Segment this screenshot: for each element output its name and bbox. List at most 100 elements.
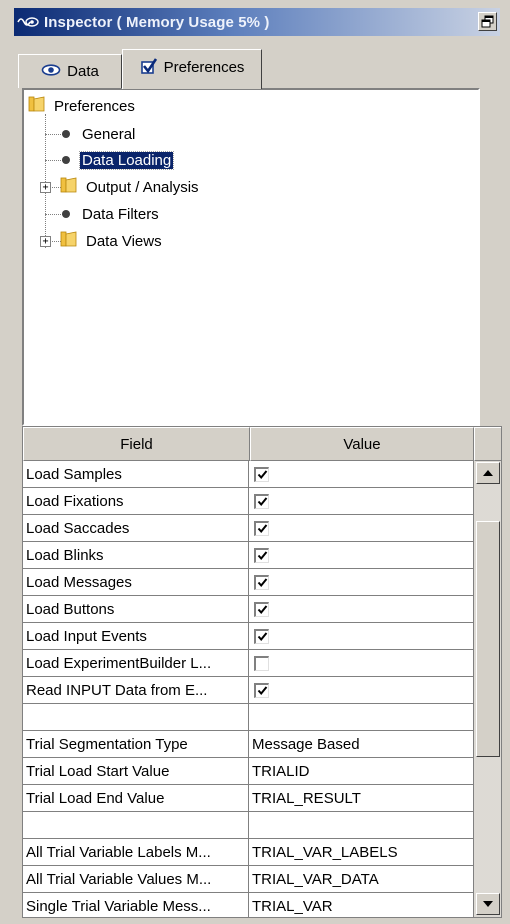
tab-preferences-label: Preferences — [163, 59, 245, 76]
tree-item-general[interactable]: General — [62, 121, 137, 147]
field-cell: Trial Load Start Value — [23, 758, 249, 785]
field-cell: All Trial Variable Labels M... — [23, 839, 249, 866]
grid-row[interactable]: Load Messages — [23, 569, 474, 596]
value-cell — [249, 515, 474, 542]
grid-row[interactable]: Read INPUT Data from E... — [23, 677, 474, 704]
checkmark-icon — [257, 551, 267, 561]
checkmark-icon — [257, 470, 267, 480]
tree-item-label: Output / Analysis — [86, 178, 199, 196]
field-cell: Trial Segmentation Type — [23, 731, 249, 758]
field-cell: Load Saccades — [23, 515, 249, 542]
column-header-value[interactable]: Value — [250, 427, 474, 461]
expand-plus-icon[interactable]: + — [40, 182, 51, 193]
bullet-icon — [62, 210, 70, 218]
scrollbar-thumb[interactable] — [476, 521, 500, 757]
vertical-scrollbar[interactable] — [474, 461, 501, 917]
value-cell[interactable]: TRIAL_VAR — [249, 893, 474, 917]
checkbox[interactable] — [254, 628, 269, 644]
value-cell — [249, 461, 474, 488]
grid-row[interactable]: Load Blinks — [23, 542, 474, 569]
grid-row[interactable]: All Trial Variable Labels M... TRIAL_VAR_… — [23, 839, 474, 866]
grid-row[interactable]: Trial Segmentation Type Message Based — [23, 731, 474, 758]
field-cell: Load ExperimentBuilder L... — [23, 650, 249, 677]
field-cell — [23, 704, 249, 731]
tree-item-output-analysis[interactable]: Output / Analysis — [60, 174, 201, 200]
grid-rows: Load Samples Load Fixations Load Saccades L… — [23, 461, 474, 917]
value-cell — [249, 569, 474, 596]
checkmark-icon — [257, 578, 267, 588]
grid-row[interactable]: Load ExperimentBuilder L... — [23, 650, 474, 677]
eye-icon — [41, 63, 61, 80]
tree-root[interactable]: Preferences — [28, 93, 137, 119]
field-cell: Load Blinks — [23, 542, 249, 569]
checkmark-icon — [257, 605, 267, 615]
tab-data[interactable]: Data — [18, 54, 122, 88]
checkbox[interactable] — [254, 520, 269, 536]
grid-row[interactable]: Load Samples — [23, 461, 474, 488]
value-cell[interactable]: TRIAL_VAR_LABELS — [249, 839, 474, 866]
arrow-down-icon — [483, 901, 493, 907]
tree-root-label: Preferences — [54, 97, 135, 115]
property-grid[interactable]: Field Value Load Samples Load Fixations Lo… — [22, 426, 502, 918]
tab-strip: Data Preferences — [14, 36, 510, 89]
grid-row[interactable]: Load Buttons — [23, 596, 474, 623]
grid-row[interactable]: Load Saccades — [23, 515, 474, 542]
checkbox[interactable] — [254, 547, 269, 563]
checkbox-check-icon — [140, 57, 158, 79]
tab-preferences[interactable]: Preferences — [122, 49, 262, 89]
grid-row[interactable]: All Trial Variable Values M... TRIAL_VAR_… — [23, 866, 474, 893]
field-cell: Load Input Events — [23, 623, 249, 650]
column-header-field[interactable]: Field — [23, 427, 250, 461]
folder-open-icon — [60, 176, 78, 198]
checkbox[interactable] — [254, 601, 269, 617]
value-cell[interactable]: TRIAL_VAR_DATA — [249, 866, 474, 893]
field-cell: Load Samples — [23, 461, 249, 488]
value-cell[interactable]: Message Based — [249, 731, 474, 758]
expand-plus-icon[interactable]: + — [40, 236, 51, 247]
value-cell[interactable]: TRIALID — [249, 758, 474, 785]
restore-window-icon — [481, 15, 494, 28]
field-cell: Read INPUT Data from E... — [23, 677, 249, 704]
checkbox[interactable] — [254, 466, 269, 482]
checkbox[interactable] — [254, 655, 269, 671]
tree-item-label: Data Views — [86, 232, 162, 250]
folder-open-icon — [60, 230, 78, 252]
preferences-tree[interactable]: Preferences General Data Loading + Outpu… — [22, 88, 480, 426]
field-cell: Load Buttons — [23, 596, 249, 623]
grid-row[interactable] — [23, 704, 474, 731]
grid-row[interactable]: Trial Load End Value TRIAL_RESULT — [23, 785, 474, 812]
field-cell: Single Trial Variable Mess... — [23, 893, 249, 917]
tree-item-label: General — [82, 125, 136, 143]
arrow-up-icon — [483, 470, 493, 476]
grid-row[interactable]: Load Fixations — [23, 488, 474, 515]
value-cell — [249, 677, 474, 704]
scroll-up-button[interactable] — [476, 462, 500, 484]
field-cell: Load Messages — [23, 569, 249, 596]
value-cell[interactable] — [249, 704, 474, 731]
checkbox[interactable] — [254, 493, 269, 509]
checkbox[interactable] — [254, 574, 269, 590]
tab-data-label: Data — [67, 63, 99, 80]
tree-item-data-views[interactable]: Data Views — [60, 228, 164, 254]
field-cell: Load Fixations — [23, 488, 249, 515]
checkmark-icon — [257, 632, 267, 642]
window-title: Inspector ( Memory Usage 5% ) — [44, 13, 270, 31]
field-cell: All Trial Variable Values M... — [23, 866, 249, 893]
tree-item-data-loading[interactable]: Data Loading — [62, 147, 175, 173]
grid-header: Field Value — [23, 427, 501, 461]
value-cell[interactable] — [249, 812, 474, 839]
value-cell — [249, 596, 474, 623]
scroll-down-button[interactable] — [476, 893, 500, 915]
grid-row[interactable]: Trial Load Start Value TRIALID — [23, 758, 474, 785]
checkbox[interactable] — [254, 682, 269, 698]
value-cell — [249, 542, 474, 569]
grid-row[interactable]: Load Input Events — [23, 623, 474, 650]
tree-item-label: Data Loading — [78, 150, 175, 170]
tree-item-data-filters[interactable]: Data Filters — [62, 201, 161, 227]
restore-button[interactable] — [478, 12, 497, 31]
column-header-corner — [474, 427, 501, 461]
grid-row[interactable] — [23, 812, 474, 839]
grid-row[interactable]: Single Trial Variable Mess... TRIAL_VAR — [23, 893, 474, 917]
bullet-icon — [62, 130, 70, 138]
value-cell[interactable]: TRIAL_RESULT — [249, 785, 474, 812]
